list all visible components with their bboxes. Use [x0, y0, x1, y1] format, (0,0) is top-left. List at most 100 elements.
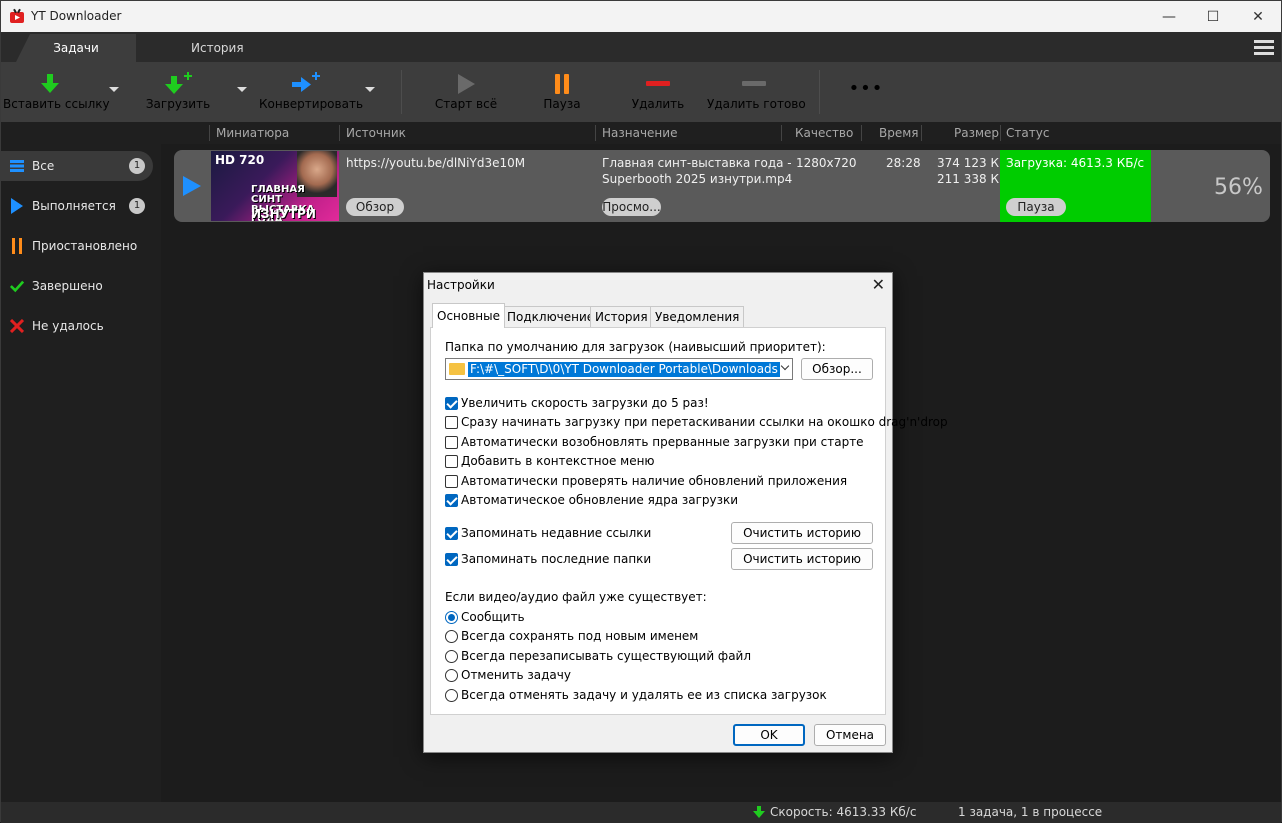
source-url: https://youtu.be/dlNiYd3e10M — [346, 156, 526, 170]
list-header: Миниатюра Источник Назначение Качество В… — [161, 122, 1281, 144]
tab-tasks[interactable]: Задачи — [16, 34, 136, 62]
file-exists-label: Если видео/аудио файл уже существует: — [445, 590, 707, 604]
folder-icon — [449, 363, 465, 375]
start-icon — [458, 74, 475, 94]
app-window: YT Downloader — ☐ ✕ Задачи История Встав… — [0, 0, 1282, 823]
general-settings-panel: Папка по умолчанию для загрузок (наивысш… — [430, 327, 948, 715]
remember-links-label: Запоминать недавние ссылки — [461, 526, 652, 540]
dialog-title: Настройки — [427, 278, 495, 292]
paste-dropdown-icon[interactable] — [109, 87, 119, 92]
dialog-close-icon[interactable]: ✕ — [872, 275, 885, 294]
title-bar: YT Downloader — ☐ ✕ — [1, 1, 1281, 32]
col-time[interactable]: Время — [879, 126, 919, 140]
pause-button[interactable]: Пауза — [531, 62, 593, 122]
checkbox-check-updates[interactable] — [445, 475, 458, 488]
arrow-down-icon — [41, 74, 59, 93]
col-quality[interactable]: Качество — [795, 126, 853, 140]
checkbox-check-updates-label: Автоматически проверять наличие обновлен… — [461, 474, 848, 488]
destination-view-button[interactable]: Просмо... — [602, 198, 661, 216]
source-browse-button[interactable]: Обзор — [346, 198, 404, 216]
video-thumbnail: HD 720 ГЛАВНАЯ СИНТ ВЫСТАВКА ГОДА ИЗНУТР… — [211, 151, 339, 221]
checkbox-remember-folders[interactable] — [445, 553, 458, 566]
ok-button[interactable]: OK — [733, 724, 805, 746]
check-icon — [10, 278, 24, 294]
sidebar-item-failed[interactable]: Не удалось — [1, 311, 153, 341]
main-tabs: Задачи История — [1, 32, 1281, 62]
paste-link-button[interactable]: Вставить ссылку — [3, 62, 110, 122]
size-total: 374 123 КБ — [937, 156, 1008, 170]
row-pause-button[interactable]: Пауза — [1006, 198, 1066, 216]
pause-icon — [555, 74, 569, 94]
checkbox-context-menu[interactable] — [445, 455, 458, 468]
download-plus-icon — [165, 72, 192, 94]
app-logo-icon — [10, 8, 24, 23]
delete-button[interactable]: Удалить — [623, 62, 693, 122]
col-source[interactable]: Источник — [346, 126, 406, 140]
tab-history[interactable]: История — [161, 34, 274, 62]
settings-dialog: Настройки ✕ Основные Подключение История… — [423, 272, 948, 753]
checkbox-auto-resume-label: Автоматически возобновлять прерванные за… — [461, 435, 864, 449]
cancel-button[interactable]: Отмена — [814, 724, 886, 746]
checkbox-auto-resume[interactable] — [445, 436, 458, 449]
chevron-down-icon — [780, 361, 790, 371]
download-button[interactable]: Загрузить — [141, 62, 215, 122]
maximize-button[interactable]: ☐ — [1190, 1, 1236, 32]
sidebar-item-all[interactable]: Все 1 — [1, 151, 153, 181]
col-thumbnail[interactable]: Миниатюра — [216, 126, 289, 140]
download-folder-value: F:\#\_SOFT\D\0\YT Downloader Portable\Do… — [468, 362, 780, 377]
toolbar-separator — [401, 70, 402, 114]
window-title: YT Downloader — [31, 9, 122, 23]
download-dropdown-icon[interactable] — [237, 87, 247, 92]
thumbnail-subtitle: ИЗНУТРИ — [251, 207, 316, 221]
checkbox-remember-links[interactable] — [445, 527, 458, 540]
play-icon — [10, 198, 24, 214]
dialog-tab-history[interactable]: История — [590, 306, 653, 327]
thumbnail-hd-label: HD 720 — [215, 153, 265, 167]
toolbar-separator — [819, 70, 820, 114]
download-row[interactable]: HD 720 ГЛАВНАЯ СИНТ ВЫСТАВКА ГОДА ИЗНУТР… — [174, 150, 1270, 222]
radio-cancel-task-label: Отменить задачу — [461, 668, 571, 682]
clear-folders-history-button[interactable]: Очистить историю — [731, 548, 873, 570]
dialog-tab-connection[interactable]: Подключение — [502, 306, 600, 327]
radio-overwrite[interactable] — [445, 650, 458, 663]
minimize-button[interactable]: — — [1146, 1, 1192, 32]
pause-icon — [10, 238, 24, 254]
close-window-button[interactable]: ✕ — [1235, 1, 1281, 32]
sidebar-item-running[interactable]: Выполняется 1 — [1, 191, 153, 221]
more-button[interactable]: ••• — [841, 62, 891, 122]
task-count: 1 задача, 1 в процессе — [958, 805, 1103, 819]
radio-notify[interactable] — [445, 611, 458, 624]
radio-cancel-remove-label: Всегда отменять задачу и удалять ее из с… — [461, 688, 827, 702]
convert-dropdown-icon[interactable] — [365, 87, 375, 92]
list-icon — [10, 158, 24, 174]
checkbox-drag-drop-start[interactable] — [445, 416, 458, 429]
more-dots-icon: ••• — [848, 78, 884, 99]
hamburger-menu-icon[interactable] — [1254, 40, 1274, 56]
sidebar-item-paused[interactable]: Приостановлено — [1, 231, 153, 261]
clear-links-history-button[interactable]: Очистить историю — [731, 522, 873, 544]
checkbox-core-update[interactable] — [445, 494, 458, 507]
dialog-tab-notifications[interactable]: Уведомления — [650, 306, 745, 327]
progress-percent: 56% — [1214, 175, 1263, 200]
browse-folder-button[interactable]: Обзор... — [801, 358, 873, 380]
delete-done-button[interactable]: Удалить готово — [707, 62, 806, 122]
radio-cancel-task[interactable] — [445, 669, 458, 682]
col-destination[interactable]: Назначение — [602, 126, 677, 140]
status-text: Загрузка: 4613.3 КБ/с — [1006, 156, 1145, 170]
minus-red-icon — [646, 81, 670, 86]
radio-cancel-remove[interactable] — [445, 689, 458, 702]
destination-line1: Главная синт-выставка года - — [602, 156, 792, 170]
folder-label: Папка по умолчанию для загрузок (наивысш… — [445, 340, 826, 354]
checkbox-speed-boost[interactable] — [445, 397, 458, 410]
time-value: 28:28 — [886, 156, 921, 170]
sidebar-item-completed[interactable]: Завершено — [1, 271, 153, 301]
convert-button[interactable]: Конвертировать — [259, 62, 363, 122]
convert-arrow-icon — [292, 72, 320, 92]
download-folder-combo[interactable]: F:\#\_SOFT\D\0\YT Downloader Portable\Do… — [445, 358, 793, 380]
col-size[interactable]: Размер — [954, 126, 999, 140]
dialog-tab-general[interactable]: Основные — [432, 303, 506, 328]
play-icon[interactable] — [183, 176, 201, 196]
start-all-button[interactable]: Старт всё — [431, 62, 501, 122]
col-status[interactable]: Статус — [1006, 126, 1049, 140]
radio-save-new-name[interactable] — [445, 630, 458, 643]
